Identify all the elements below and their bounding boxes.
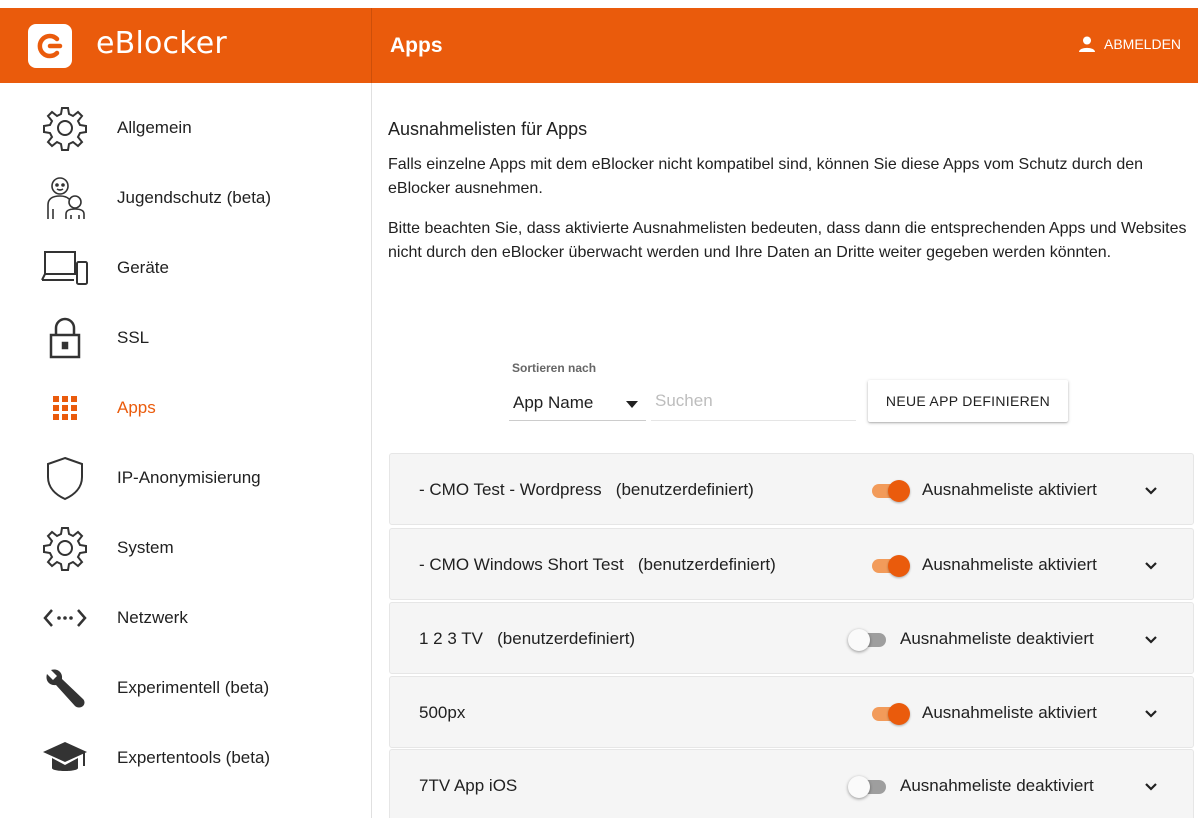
sidebar-item-apps[interactable]: Apps: [0, 373, 371, 443]
sidebar-item-experimentell[interactable]: Experimentell (beta): [0, 653, 371, 723]
chevron-down-icon[interactable]: [1142, 778, 1160, 796]
app-row[interactable]: - CMO Test - Wordpress (benutzerdefinier…: [389, 453, 1194, 525]
eblocker-logo-icon: [28, 24, 72, 68]
sidebar-item-label: Jugendschutz (beta): [117, 188, 272, 207]
status-text: Ausnahmeliste aktiviert: [922, 555, 1097, 574]
chevron-down-icon[interactable]: [1142, 705, 1160, 723]
sidebar-item-ip-anonymisierung[interactable]: IP-Anonymisierung: [0, 443, 371, 513]
sidebar-item-netzwerk[interactable]: Netzwerk: [0, 583, 371, 653]
sidebar-item-geraete[interactable]: Geräte: [0, 233, 371, 303]
user-icon: [1079, 36, 1095, 52]
sidebar-item-ssl[interactable]: SSL: [0, 303, 371, 373]
gear-icon: [40, 103, 90, 153]
sidebar-item-label: System: [117, 538, 174, 557]
sidebar-item-label: Experimentell (beta): [117, 678, 270, 697]
chevron-down-icon[interactable]: [1142, 557, 1160, 575]
wrench-icon: [40, 663, 90, 713]
status-text: Ausnahmeliste deaktiviert: [900, 629, 1094, 648]
app-name: 7TV App iOS: [419, 776, 518, 795]
new-app-button[interactable]: NEUE APP DEFINIEREN: [868, 380, 1068, 422]
app-row[interactable]: 500px Ausnahmeliste aktiviert: [389, 676, 1194, 748]
header-divider: [371, 8, 372, 83]
sort-label: Sortieren nach: [512, 361, 597, 375]
gear-icon: [40, 523, 90, 573]
sidebar-item-jugendschutz[interactable]: Jugendschutz (beta): [0, 163, 371, 233]
sort-value: App Name: [513, 392, 594, 412]
apps-grid-icon: [40, 383, 90, 433]
network-icon: [40, 593, 90, 643]
sidebar-item-label: IP-Anonymisierung: [117, 468, 261, 487]
exception-toggle[interactable]: [848, 776, 886, 798]
shield-icon: [40, 453, 90, 503]
intro-paragraph: Falls einzelne Apps mit dem eBlocker nic…: [388, 156, 1144, 197]
top-bar: eBlocker Apps ABMELDEN: [0, 8, 1198, 83]
main-content: Ausnahmelisten für Apps Falls einzelne A…: [372, 83, 1198, 818]
devices-icon: [40, 243, 90, 293]
sidebar-item-label: SSL: [117, 328, 150, 347]
page-title: Apps: [390, 34, 443, 57]
app-name: - CMO Windows Short Test (benutzerdefini…: [419, 555, 776, 574]
sidebar-item-label: Apps: [117, 398, 156, 417]
status-text: Ausnahmeliste deaktiviert: [900, 776, 1094, 795]
exception-toggle[interactable]: [848, 629, 886, 651]
app-row[interactable]: 7TV App iOS Ausnahmeliste deaktiviert: [389, 749, 1194, 818]
sidebar-item-label: Netzwerk: [117, 608, 188, 627]
sort-select[interactable]: App Name: [509, 385, 646, 421]
sidebar: Allgemein Jugendschutz (beta) Geräte SSL…: [0, 83, 372, 818]
sidebar-item-label: Allgemein: [117, 118, 192, 137]
warning-paragraph: Bitte beachten Sie, dass aktivierte Ausn…: [388, 220, 1187, 261]
sidebar-item-allgemein[interactable]: Allgemein: [0, 93, 371, 163]
sidebar-item-label: Expertentools (beta): [117, 748, 271, 767]
section-heading: Ausnahmelisten für Apps: [388, 119, 588, 139]
chevron-down-icon[interactable]: [1142, 631, 1160, 649]
lock-icon: [40, 313, 90, 363]
family-icon: [40, 173, 90, 223]
exception-toggle[interactable]: [872, 555, 910, 577]
chevron-down-icon[interactable]: [1142, 482, 1160, 500]
brand-name: eBlocker: [96, 26, 227, 61]
exception-toggle[interactable]: [872, 703, 910, 725]
sidebar-item-system[interactable]: System: [0, 513, 371, 583]
graduation-cap-icon: [40, 733, 90, 783]
app-row[interactable]: - CMO Windows Short Test (benutzerdefini…: [389, 528, 1194, 600]
app-name: 500px: [419, 703, 466, 722]
app-name: - CMO Test - Wordpress (benutzerdefinier…: [419, 480, 754, 499]
logout-label: ABMELDEN: [1104, 36, 1182, 52]
search-input[interactable]: [651, 381, 856, 421]
app-name: 1 2 3 TV (benutzerdefiniert): [419, 629, 636, 648]
exception-toggle[interactable]: [872, 480, 910, 502]
sidebar-item-expertentools[interactable]: Expertentools (beta): [0, 723, 371, 793]
app-row[interactable]: 1 2 3 TV (benutzerdefiniert) Ausnahmelis…: [389, 602, 1194, 674]
status-text: Ausnahmeliste aktiviert: [922, 480, 1097, 499]
sidebar-item-label: Geräte: [117, 258, 169, 277]
status-text: Ausnahmeliste aktiviert: [922, 703, 1097, 722]
logout-button[interactable]: ABMELDEN: [1078, 36, 1181, 52]
brand[interactable]: eBlocker: [0, 8, 372, 83]
caret-down-icon: [626, 401, 638, 408]
